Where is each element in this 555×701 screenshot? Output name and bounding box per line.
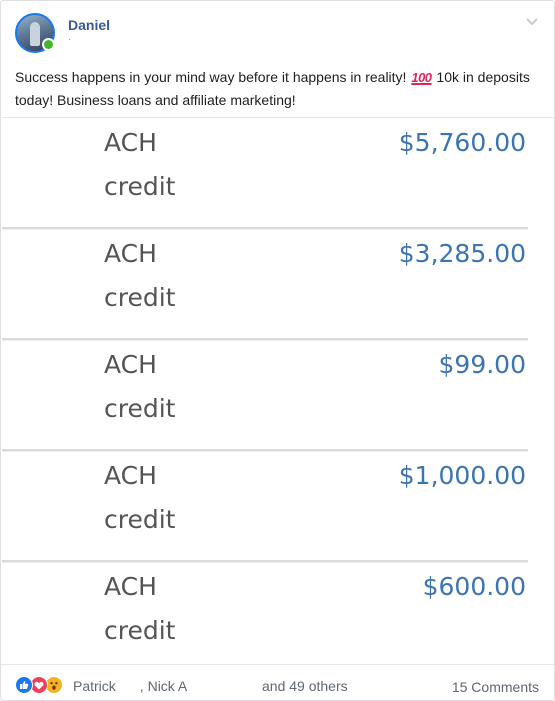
name-separator: , — [139, 678, 148, 694]
author-block: Daniel · — [68, 16, 110, 45]
transaction-label: ACH credit — [104, 121, 224, 209]
post-text-part-1: Success happens in your mind way before … — [15, 69, 411, 85]
feed-post: Daniel · Success happens in your mind wa… — [0, 0, 555, 701]
transaction-row: ACH credit $99.00 — [2, 340, 528, 451]
transaction-amount: $3,285.00 — [398, 239, 526, 268]
transaction-amount: $1,000.00 — [398, 461, 526, 490]
reactor-name[interactable]: Patrick — [73, 678, 116, 694]
transaction-row: ACH credit $600.00 — [2, 562, 528, 665]
transaction-type: ACH — [104, 350, 157, 379]
comments-count-link[interactable]: 15 Comments — [452, 679, 539, 695]
transaction-label: ACH credit — [104, 232, 224, 320]
transaction-row: ACH credit $3,285.00 — [2, 229, 528, 340]
transaction-amount: $99.00 — [438, 350, 526, 379]
chevron-down-icon[interactable] — [524, 14, 540, 30]
online-status-icon — [42, 38, 55, 51]
transaction-label: ACH credit — [104, 565, 224, 653]
transaction-subtype: credit — [104, 172, 176, 201]
transaction-type: ACH — [104, 572, 157, 601]
reaction-names: Patrick, Nick A — [73, 678, 187, 694]
transaction-row: ACH credit $5,760.00 — [2, 118, 528, 229]
transaction-subtype: credit — [104, 505, 176, 534]
post-header: Daniel · — [15, 13, 110, 53]
reaction-icons[interactable] — [15, 676, 63, 694]
transaction-amount: $600.00 — [422, 572, 526, 601]
hundred-points-icon: 100 — [411, 70, 432, 85]
reactor-name[interactable]: Nick A — [148, 678, 188, 694]
post-photo[interactable]: ACH credit $5,760.00 ACH credit $3,285.0… — [2, 117, 554, 665]
transaction-subtype: credit — [104, 616, 176, 645]
like-icon — [15, 676, 33, 694]
reaction-others-link[interactable]: and 49 others — [262, 678, 348, 694]
transaction-label: ACH credit — [104, 343, 224, 431]
author-name-link[interactable]: Daniel — [68, 16, 110, 34]
author-avatar[interactable] — [15, 13, 55, 53]
transaction-type: ACH — [104, 461, 157, 490]
transaction-subtype: credit — [104, 394, 176, 423]
transaction-row: ACH credit $1,000.00 — [2, 451, 528, 562]
post-footer: Patrick, Nick A and 49 others 15 Comment… — [1, 664, 554, 701]
transaction-amount: $5,760.00 — [398, 128, 526, 157]
post-meta: · — [68, 34, 72, 45]
transaction-label: ACH credit — [104, 454, 224, 542]
transaction-type: ACH — [104, 128, 157, 157]
transaction-type: ACH — [104, 239, 157, 268]
post-message: Success happens in your mind way before … — [15, 66, 541, 111]
transaction-subtype: credit — [104, 283, 176, 312]
